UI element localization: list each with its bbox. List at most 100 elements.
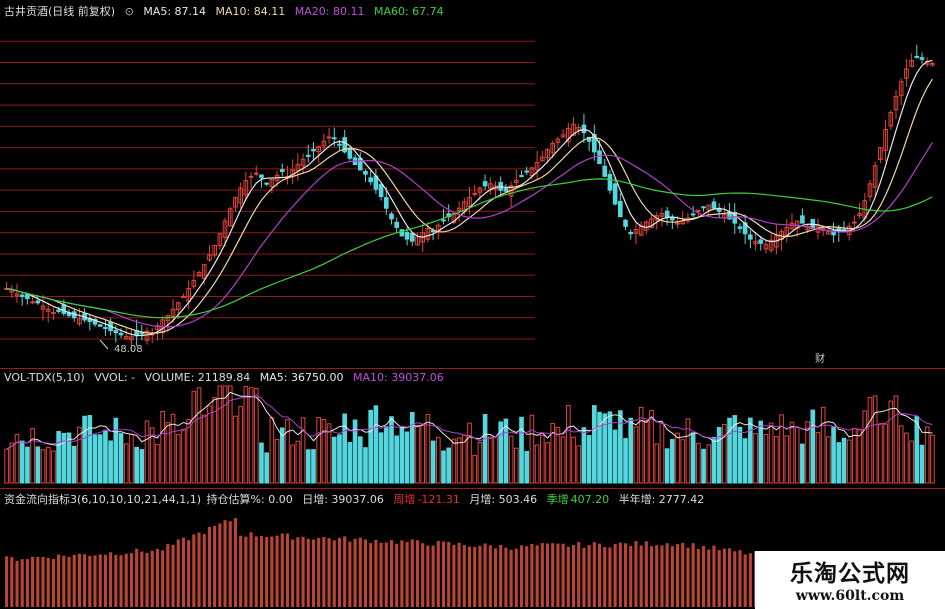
money-flow-bar (525, 546, 529, 607)
money-flow-bar (670, 546, 674, 607)
down-volume-bar (800, 443, 805, 484)
price-chart-panel[interactable]: 古井贡酒(日线 前复权) ⊙ MA5: 87.14 MA10: 84.11 MA… (0, 0, 945, 368)
money-flow-bar (608, 547, 612, 607)
money-flow-bar (363, 539, 368, 607)
money-flow-bar (374, 539, 378, 607)
down-candle (404, 232, 410, 240)
up-volume-bar (774, 436, 779, 484)
up-volume-bar (316, 416, 321, 484)
up-volume-bar (269, 417, 275, 484)
down-volume-bar (311, 449, 316, 484)
down-volume-bar (503, 418, 509, 484)
money-flow-bar (535, 545, 539, 607)
money-flow-bar (577, 542, 581, 607)
up-volume-bar (129, 433, 134, 484)
money-flow-bar (462, 544, 466, 607)
ma20-readout: MA20: 80.11 (294, 5, 365, 18)
money-flow-bar (72, 554, 76, 607)
money-flow-bar (67, 556, 71, 607)
money-flow-bar (348, 541, 352, 607)
down-volume-bar (430, 440, 436, 484)
money-flow-bar (228, 521, 232, 607)
down-volume-bar (357, 436, 363, 484)
money-flow-bar (358, 537, 362, 607)
up-volume-bar (779, 414, 784, 484)
money-flow-bar (618, 542, 622, 607)
money-flow-bar (77, 553, 81, 607)
season-increase-label: 季增 (546, 493, 569, 506)
up-volume-bar (181, 428, 186, 484)
money-flow-bar (514, 548, 518, 607)
up-volume-bar (815, 432, 821, 484)
money-flow-bar (270, 536, 274, 607)
volume-panel[interactable]: VOL-TDX(5,10) VVOL: - VOLUME: 21189.84 M… (0, 368, 945, 488)
down-candle (363, 170, 368, 175)
money-flow-bar (571, 545, 576, 607)
money-flow-bar (5, 556, 9, 607)
up-volume-bar (898, 425, 904, 484)
money-flow-bar (478, 545, 482, 607)
up-candle (253, 172, 259, 175)
up-volume-bar (248, 387, 254, 484)
up-volume-bar (51, 450, 56, 484)
up-volume-bar (529, 414, 535, 484)
money-flow-bar (275, 535, 279, 607)
up-volume-bar (867, 396, 873, 484)
money-flow-bar (109, 552, 113, 607)
down-volume-bar (727, 417, 732, 484)
up-volume-bar (45, 446, 51, 484)
money-flow-bar (114, 554, 118, 607)
ma20-line (6, 142, 933, 328)
down-volume-bar (716, 426, 722, 484)
down-volume-bar (103, 429, 108, 484)
up-volume-bar (846, 439, 852, 484)
money-flow-bar (717, 550, 721, 607)
down-volume-bar (748, 417, 753, 484)
money-flow-bar (62, 555, 66, 607)
down-candle (711, 201, 717, 209)
up-volume-bar (555, 426, 561, 484)
money-flow-bar (233, 518, 238, 607)
down-candle (259, 174, 264, 178)
up-volume-bar (649, 409, 654, 484)
gear-icon[interactable]: ⊙ (125, 5, 134, 18)
finance-event-marker[interactable]: 财 (815, 350, 825, 365)
up-candle (472, 192, 478, 195)
low-price-label: 48.08 (114, 344, 143, 355)
money-flow-bar (691, 543, 695, 607)
money-flow-bar (421, 543, 425, 607)
money-flow-bar (644, 541, 648, 607)
up-volume-bar (456, 437, 462, 484)
up-volume-bar (467, 422, 472, 484)
up-volume-bar (253, 387, 259, 484)
money-flow-bar (551, 543, 555, 607)
down-volume-bar (664, 448, 670, 484)
up-volume-bar (539, 434, 545, 484)
down-candle (690, 213, 696, 216)
down-candle (607, 174, 613, 191)
up-volume-bar (243, 385, 249, 484)
down-volume-bar (56, 431, 61, 484)
money-flow-bar (249, 532, 253, 607)
money-flow-bar (566, 546, 570, 607)
up-volume-bar (644, 420, 649, 484)
money-flow-bar (707, 549, 711, 607)
up-volume-bar (420, 425, 426, 484)
up-volume-bar (233, 415, 238, 484)
down-candle (618, 200, 623, 218)
up-volume-bar (123, 443, 129, 484)
down-candle (409, 233, 415, 242)
money-flow-bar (239, 535, 243, 607)
down-candle (61, 304, 67, 315)
volume-chart[interactable] (0, 368, 945, 488)
volume-readout: VOLUME: 21189.84 (144, 371, 251, 384)
down-volume-bar (581, 427, 587, 484)
down-volume-bar (612, 429, 618, 484)
down-volume-bar (670, 439, 675, 484)
down-candle (602, 165, 608, 177)
down-candle (394, 221, 400, 228)
down-volume-bar (108, 440, 113, 484)
money-flow-bar (57, 554, 61, 607)
money-flow-bar (129, 553, 133, 607)
candlestick-chart[interactable] (0, 0, 945, 368)
